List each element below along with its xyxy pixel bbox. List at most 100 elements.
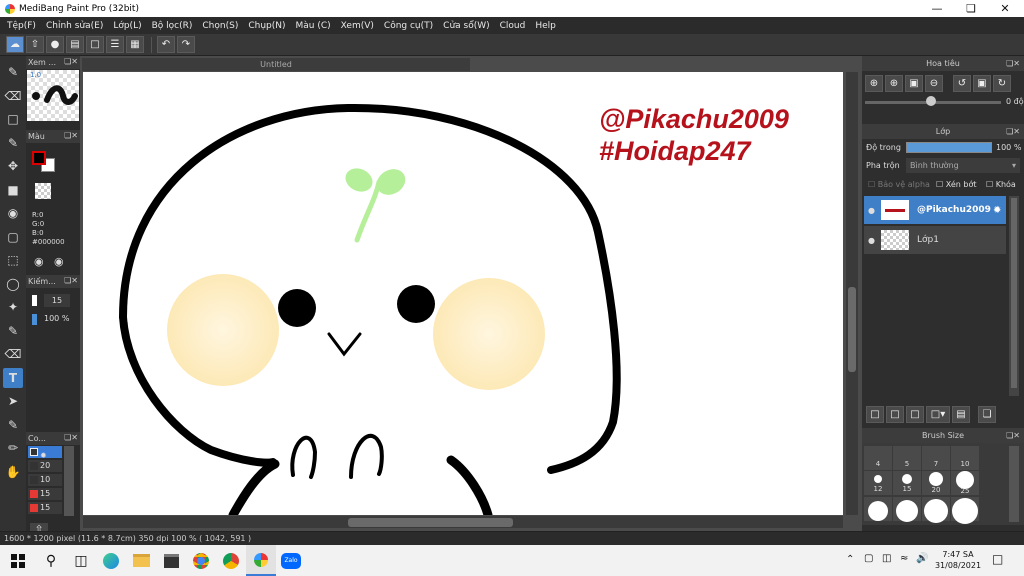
zoom-in-plus-icon[interactable]: ⊕	[885, 75, 903, 92]
protect-alpha-checkbox[interactable]: ☐ Bảo vệ alpha	[868, 180, 930, 189]
medibang-taskbar-icon[interactable]	[246, 545, 276, 576]
brush-size-cell[interactable]: 7	[922, 446, 950, 470]
panel-close-icon[interactable]: ❏✕	[1006, 428, 1020, 443]
panel-close-icon[interactable]: ❏✕	[1006, 124, 1020, 139]
panel-close-icon[interactable]: ❏✕	[64, 131, 78, 140]
new-layer-icon[interactable]: □	[866, 405, 884, 423]
brushlist-scrollbar[interactable]	[64, 446, 74, 516]
grid-icon[interactable]: ▦	[126, 36, 144, 53]
text-tool-icon[interactable]: T	[3, 367, 23, 388]
tray-chevron-icon[interactable]: ⌃	[846, 554, 854, 565]
eye-icon[interactable]: ●	[868, 206, 875, 215]
gear-icon[interactable]: ✹	[40, 451, 47, 460]
minimize-button[interactable]: —	[920, 0, 954, 17]
brushlist-row[interactable]: 20	[28, 460, 62, 472]
menu-color[interactable]: Màu (C)	[291, 21, 336, 31]
rotation-slider-thumb[interactable]	[926, 96, 936, 106]
new-8bit-layer-icon[interactable]: □	[906, 405, 924, 423]
brushlist-row[interactable]: 10	[28, 474, 62, 486]
share-icon[interactable]: ⇧	[26, 36, 44, 53]
menu-help[interactable]: Help	[530, 21, 561, 31]
message-icon[interactable]: ▤	[66, 36, 84, 53]
palette-icon[interactable]: ◉	[34, 255, 44, 268]
eraser-tool-icon[interactable]: ⌫	[3, 86, 23, 106]
clock[interactable]: 7:47 SA 31/08/2021	[932, 549, 984, 571]
fit-icon[interactable]: ▣	[905, 75, 923, 92]
zalo-icon[interactable]: Zalo	[276, 545, 306, 576]
brush-size-cell[interactable]: 5	[893, 446, 921, 470]
new-halftone-layer-icon[interactable]: □	[886, 405, 904, 423]
brush-size-cell[interactable]: 20	[922, 471, 950, 495]
menu-file[interactable]: Tệp(F)	[2, 21, 41, 31]
rotate-right-icon[interactable]: ↻	[993, 75, 1011, 92]
tray-device-icon[interactable]: ▢	[864, 553, 873, 564]
duplicate-layer-icon[interactable]: ❏	[978, 405, 996, 423]
primary-color-swatch[interactable]	[32, 151, 46, 165]
folder-icon[interactable]: ▤	[952, 405, 970, 423]
operation-tool-icon[interactable]: ➤	[3, 391, 23, 411]
select-rect-tool-icon[interactable]: ⬚	[3, 250, 23, 270]
menu-cloud[interactable]: Cloud	[495, 21, 531, 31]
opacity-bar[interactable]	[906, 142, 992, 153]
zoom-in-icon[interactable]: ⊕	[865, 75, 883, 92]
document-tab[interactable]: Untitled	[82, 58, 470, 71]
search-icon[interactable]: ⚲	[36, 545, 66, 576]
layer-row[interactable]: ● @Pikachu2009 ✹	[864, 196, 1006, 224]
transparent-color-swatch[interactable]	[35, 183, 51, 199]
canvas-horizontal-scrollbar[interactable]	[83, 516, 843, 528]
chrome-profile-icon[interactable]	[216, 545, 246, 576]
gear-icon[interactable]: ✹	[993, 205, 1001, 216]
menu-filter[interactable]: Bộ lọc(R)	[147, 21, 198, 31]
close-button[interactable]: ✕	[988, 0, 1022, 17]
undo-icon[interactable]: ↶	[157, 36, 175, 53]
brush-size-cell[interactable]: 15	[893, 471, 921, 495]
select-eraser-tool-icon[interactable]: ⌫	[3, 344, 23, 364]
volume-icon[interactable]: 🔊	[916, 553, 928, 564]
select-pen-tool-icon[interactable]: ✎	[3, 321, 23, 341]
palette-add-icon[interactable]: ◉	[54, 255, 64, 268]
bucket-tool-icon[interactable]: ◉	[3, 203, 23, 223]
rotate-left-icon[interactable]: ↺	[953, 75, 971, 92]
brush-size-scrollbar[interactable]	[1009, 446, 1019, 522]
gradient-tool-icon[interactable]: ▢	[3, 227, 23, 247]
brushlist-row[interactable]: 15	[28, 502, 62, 514]
panel-close-icon[interactable]: ❏✕	[1006, 56, 1020, 71]
brush-opacity-bar[interactable]	[32, 314, 37, 325]
hand-tool-icon[interactable]: ✋	[3, 462, 23, 482]
list-icon[interactable]: ☰	[106, 36, 124, 53]
menu-window[interactable]: Cửa sổ(W)	[438, 21, 494, 31]
brush-size-cell[interactable]: 10	[951, 446, 979, 470]
shape-tool-icon[interactable]: □	[3, 109, 23, 129]
lock-checkbox[interactable]: ☐ Khóa	[986, 180, 1016, 189]
brush-size-cell[interactable]	[864, 497, 892, 521]
brush-size-cell[interactable]: 12	[864, 471, 892, 495]
menu-tools[interactable]: Công cụ(T)	[379, 21, 438, 31]
brush-size-cell[interactable]	[951, 497, 979, 524]
battery-icon[interactable]: ◫	[882, 553, 891, 564]
chrome-icon[interactable]	[186, 545, 216, 576]
lasso-tool-icon[interactable]: ◯	[3, 274, 23, 294]
clipping-checkbox[interactable]: ☐ Xén bớt	[936, 180, 976, 189]
menu-edit[interactable]: Chỉnh sửa(E)	[41, 21, 108, 31]
menu-select[interactable]: Chọn(S)	[197, 21, 243, 31]
horizontal-scroll-thumb[interactable]	[348, 518, 513, 527]
brush-size-cell[interactable]: 25	[951, 471, 979, 495]
menu-capture[interactable]: Chụp(N)	[243, 21, 290, 31]
windows-start-icon[interactable]	[0, 545, 36, 576]
notification-icon[interactable]: □	[992, 552, 1003, 566]
brush-size-value[interactable]: 15	[44, 294, 70, 307]
panel-close-icon[interactable]: ❏✕	[64, 433, 78, 442]
panel-close-icon[interactable]: ❏✕	[64, 57, 78, 66]
zoom-out-icon[interactable]: ⊖	[925, 75, 943, 92]
comment-icon[interactable]: ●	[46, 36, 64, 53]
menu-layer[interactable]: Lớp(L)	[108, 21, 146, 31]
store-icon[interactable]	[156, 545, 186, 576]
pipette-tool-icon[interactable]: ✏	[3, 438, 23, 458]
blend-select[interactable]: Bình thường ▾	[906, 158, 1020, 173]
brush-tool-icon[interactable]: ✎	[3, 62, 23, 82]
edge-icon[interactable]	[96, 545, 126, 576]
brushlist-row[interactable]: 15	[28, 488, 62, 500]
task-view-icon[interactable]: ◫	[66, 545, 96, 576]
drawing-canvas[interactable]: @Pikachu2009 #Hoidap247	[83, 72, 843, 515]
brush-size-cell[interactable]: 4	[864, 446, 892, 470]
